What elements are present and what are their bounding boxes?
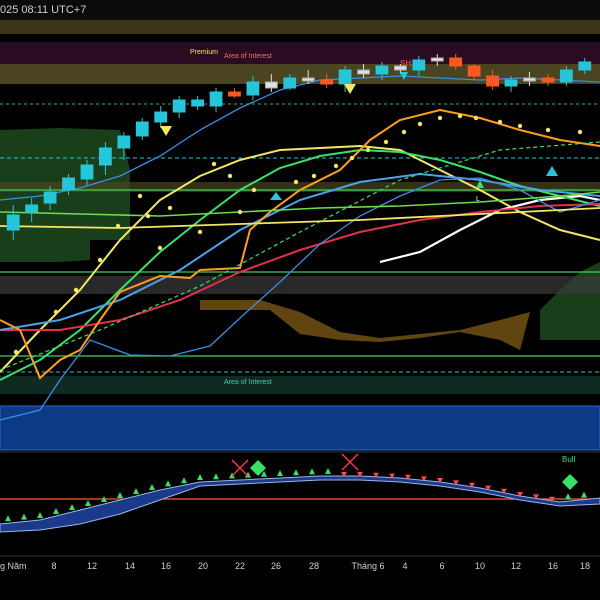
sar-dot: [311, 173, 317, 179]
candle-body[interactable]: [228, 91, 241, 97]
sar-dot: [227, 173, 233, 179]
candle-body[interactable]: [62, 177, 75, 191]
sar-dot: [157, 245, 163, 251]
x-axis-tick-label: 12: [511, 561, 521, 571]
x-axis-tick-label: 26: [271, 561, 281, 571]
sar-dot: [417, 121, 423, 127]
candle-body[interactable]: [559, 69, 573, 83]
sar-dot: [237, 209, 243, 215]
x-axis-tick-label: 8: [51, 561, 56, 571]
sar-dot: [497, 119, 503, 125]
candle-body[interactable]: [486, 75, 499, 87]
candle-body[interactable]: [209, 91, 223, 107]
candle-body[interactable]: [172, 99, 186, 113]
sar-dot: [137, 193, 143, 199]
candle-body[interactable]: [394, 65, 407, 71]
candle-body[interactable]: [25, 204, 39, 213]
sar-dot: [251, 187, 257, 193]
x-axis-tick-label: Tháng 6: [351, 561, 384, 571]
candle-body[interactable]: [578, 61, 592, 71]
sar-dot: [401, 129, 407, 135]
candle-body[interactable]: [99, 147, 112, 166]
area-of-interest-bottom-label: Area of Interest: [224, 379, 272, 386]
x-axis-tick-label: 4: [402, 561, 407, 571]
candle-body[interactable]: [412, 59, 426, 71]
x-axis-tick-label: g Năm: [0, 561, 27, 571]
x-axis-tick-label: 28: [309, 561, 319, 571]
bull-label: Bull: [562, 455, 576, 464]
candle-body[interactable]: [301, 77, 315, 82]
candle-body[interactable]: [117, 135, 131, 149]
premium-label: Premium: [190, 49, 218, 56]
demand-zone: [0, 406, 600, 450]
sar-dot: [333, 163, 339, 169]
sar-dot: [349, 155, 355, 161]
candle-body[interactable]: [191, 99, 204, 107]
candle-body[interactable]: [338, 69, 352, 85]
x-axis-tick-label: 16: [161, 561, 171, 571]
sar-dot: [73, 287, 79, 293]
sar-dot: [145, 213, 151, 219]
candle-body[interactable]: [375, 65, 389, 75]
premium-zone: [0, 42, 600, 64]
sar-dot: [577, 129, 583, 135]
sar-dot: [437, 115, 443, 121]
candle-body[interactable]: [430, 57, 444, 62]
sar-dot: [211, 161, 217, 167]
sar-dot: [545, 127, 551, 133]
x-axis-tick-label: 10: [475, 561, 485, 571]
candle-body[interactable]: [80, 164, 94, 180]
sar-dot: [517, 123, 523, 129]
supply-zone-top: [0, 20, 600, 34]
x-axis-tick-label: 12: [87, 561, 97, 571]
x-axis-tick-label: 20: [198, 561, 208, 571]
trading-chart[interactable]: Premium Area of Interest SH LH Area of I…: [0, 0, 600, 600]
sar-dot: [13, 349, 19, 355]
area-of-interest-bottom-zone: [0, 376, 600, 394]
candle-body[interactable]: [43, 191, 57, 204]
sar-dot: [365, 147, 371, 153]
x-axis-tick-label: 16: [548, 561, 558, 571]
candle-body[interactable]: [541, 77, 555, 83]
candle-body[interactable]: [154, 111, 168, 123]
candle-body[interactable]: [6, 214, 20, 231]
candle-body[interactable]: [264, 81, 278, 89]
area-of-interest-top-label: Area of Interest: [224, 53, 272, 60]
candle-body[interactable]: [449, 57, 463, 67]
sar-dot: [53, 309, 59, 315]
x-axis-tick-label: 6: [439, 561, 444, 571]
sar-dot: [115, 223, 121, 229]
x-axis-tick-label: 18: [580, 561, 590, 571]
sar-dot: [97, 257, 103, 263]
sar-dot: [383, 139, 389, 145]
candle-body[interactable]: [320, 79, 334, 85]
x-axis-tick-label: 14: [125, 561, 135, 571]
candle-body[interactable]: [504, 79, 518, 87]
sar-dot: [293, 179, 299, 185]
candle-body[interactable]: [246, 81, 260, 96]
candle-body[interactable]: [283, 77, 297, 89]
sar-dot: [457, 113, 463, 119]
candle-body[interactable]: [467, 65, 481, 77]
candle-body[interactable]: [135, 121, 149, 137]
x-axis-tick-label: 22: [235, 561, 245, 571]
sar-dot: [473, 115, 479, 121]
candle-body[interactable]: [523, 77, 536, 82]
candle-body[interactable]: [357, 69, 370, 75]
sar-dot: [167, 205, 173, 211]
sar-dot: [197, 229, 203, 235]
